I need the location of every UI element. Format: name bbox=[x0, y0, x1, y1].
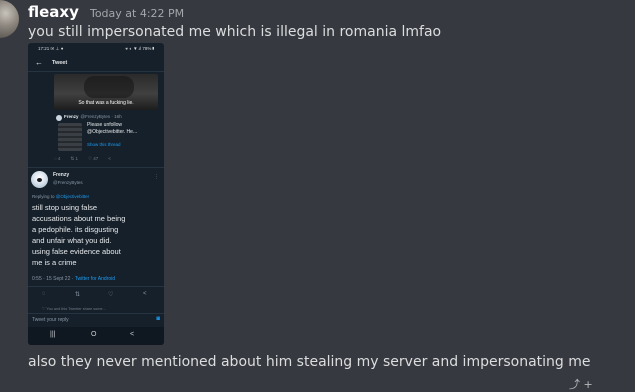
message-text: also they never mentioned about him stea… bbox=[28, 354, 591, 370]
tweet-reply-input: Tweet your reply ◙ bbox=[28, 313, 164, 326]
video-caption: So that was a fucking lie. bbox=[78, 100, 134, 106]
status-indicators: ⚹ ◐ ▼.ıl 78%▮ bbox=[125, 46, 155, 51]
status-time: 17:21 ✉ ⊥ ● bbox=[38, 46, 64, 51]
reply-placeholder: Tweet your reply bbox=[32, 317, 69, 323]
tweet-author-handle: @FrenzyBytes bbox=[53, 180, 83, 185]
quoted-reply-icon: ◌ 4 bbox=[54, 156, 61, 161]
user-avatar[interactable] bbox=[0, 0, 19, 38]
tweet-time: 0:55 · 15 Sept 22 · bbox=[32, 276, 75, 282]
share-icon: < bbox=[143, 291, 147, 297]
tweet-source: Twitter for Android bbox=[74, 276, 116, 282]
divider bbox=[28, 167, 164, 168]
show-thread-link: Show this thread bbox=[87, 142, 121, 147]
camera-icon: ◙ bbox=[156, 316, 160, 322]
phone-nav-bar: ||| O < bbox=[28, 327, 164, 345]
quoted-text: Please unfollow @Objectivebitter. He... bbox=[87, 122, 138, 135]
quoted-name: Frenzy bbox=[64, 114, 79, 119]
message-timestamp: Today at 4:22 PM bbox=[89, 7, 185, 20]
add-reaction-icon[interactable]: ⤴ + bbox=[569, 376, 593, 392]
like-icon: ♡ bbox=[108, 292, 114, 298]
back-icon: < bbox=[130, 331, 135, 338]
video-figure bbox=[84, 76, 134, 98]
quoted-handle: @FrenzyBytes · 16h bbox=[80, 114, 122, 119]
quoted-thumbnail bbox=[58, 123, 82, 151]
replying-to: Replying to @Objectivebitter bbox=[32, 194, 89, 199]
tweet-meta: 0:55 · 15 Sept 22 · Twitter for Android bbox=[32, 276, 115, 282]
tweet-top-bar: ← Tweet bbox=[28, 55, 164, 72]
quoted-retweet-icon: ⇅ 1 bbox=[70, 156, 78, 161]
liked-line: ♡ You and this Tweeter share some... bbox=[42, 307, 106, 311]
page-title: Tweet bbox=[52, 60, 68, 66]
message-header: fleaxy Today at 4:22 PM bbox=[28, 2, 184, 21]
replying-prefix: Replying to bbox=[32, 194, 56, 199]
quoted-header: Frenzy @FrenzyBytes · 16h bbox=[64, 114, 122, 119]
replying-handle: @Objectivebitter bbox=[55, 194, 90, 199]
quoted-actions: ◌ 4 ⇅ 1 ♡ 47 < bbox=[54, 156, 121, 162]
back-arrow-icon: ← bbox=[35, 58, 43, 67]
home-icon: O bbox=[91, 331, 97, 338]
username[interactable]: fleaxy bbox=[28, 3, 79, 21]
quoted-avatar bbox=[56, 115, 62, 121]
recents-icon: ||| bbox=[50, 331, 56, 338]
tweet-avatar bbox=[31, 171, 48, 188]
more-options-icon: ⋮ bbox=[154, 174, 159, 180]
message-text: you still impersonated me which is illeg… bbox=[28, 24, 442, 40]
tweet-body: still stop using false accusations about… bbox=[32, 203, 126, 267]
divider bbox=[28, 286, 164, 287]
tweet-author-name: Frenzy bbox=[53, 172, 70, 178]
phone-status-bar: 17:21 ✉ ⊥ ● ⚹ ◐ ▼.ıl 78%▮ bbox=[28, 43, 164, 55]
reply-icon: ◌ bbox=[42, 291, 46, 297]
quoted-share-icon: < bbox=[108, 156, 111, 161]
image-attachment[interactable]: 17:21 ✉ ⊥ ● ⚹ ◐ ▼.ıl 78%▮ ← Tweet So tha… bbox=[28, 43, 164, 345]
retweet-icon: ⇅ bbox=[75, 292, 81, 298]
quoted-like-icon: ♡ 47 bbox=[87, 156, 99, 161]
video-thumbnail: So that was a fucking lie. bbox=[54, 74, 158, 110]
